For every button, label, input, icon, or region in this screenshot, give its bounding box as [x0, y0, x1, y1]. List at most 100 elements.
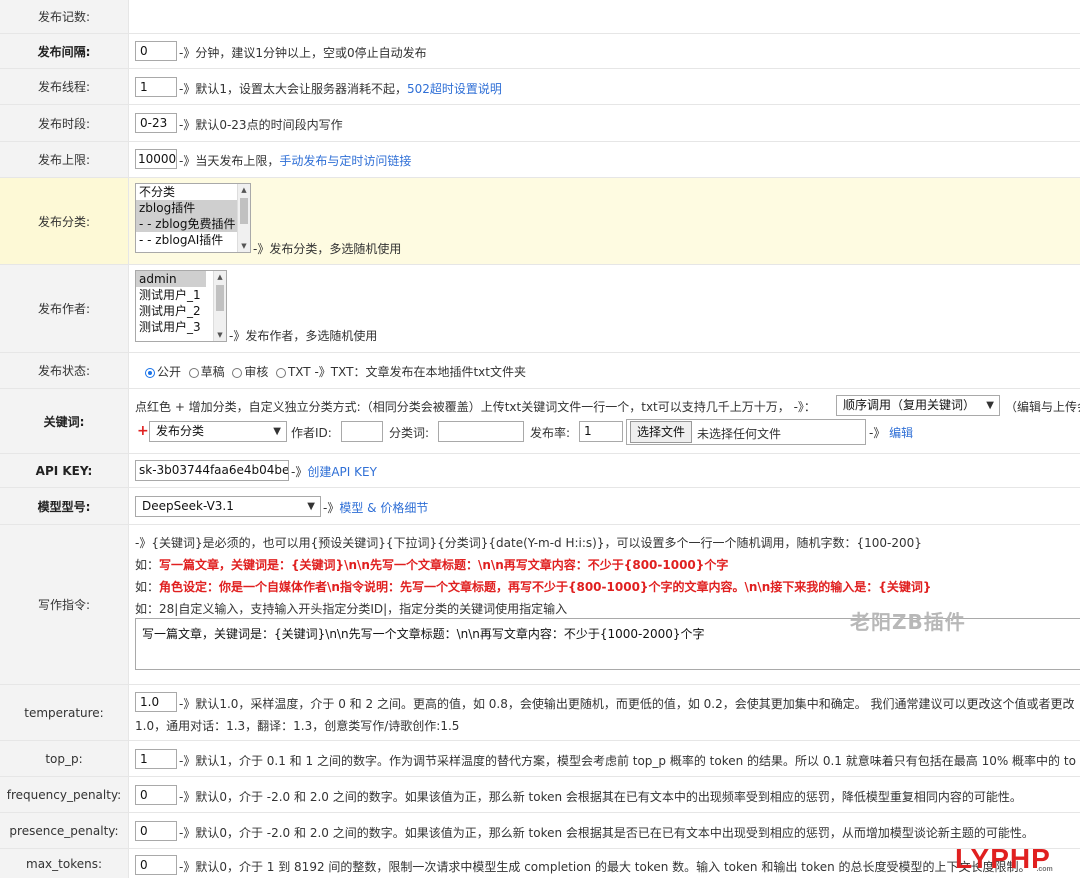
status-radio-draft[interactable]: 草稿 — [188, 365, 225, 379]
category-label: 发布分类: — [0, 178, 129, 264]
author-scrollbar[interactable]: ▲ ▼ — [213, 271, 226, 341]
keywords-edit-hint: （编辑与上传会 — [1005, 400, 1080, 414]
model-label: 模型型号: — [0, 488, 129, 524]
period-input[interactable]: 0-23 — [135, 113, 177, 133]
author-id-input[interactable] — [341, 421, 383, 442]
period-label: 发布时段: — [0, 105, 129, 141]
top-p-label: top_p: — [0, 741, 129, 776]
model-price-link[interactable]: 模型 & 价格细节 — [339, 501, 428, 515]
row-max-tokens: max_tokens: 0 -》默认0，介于 1 到 8192 间的整数，限制一… — [0, 849, 1080, 878]
row-interval: 发布间隔: 0 -》分钟，建议1分钟以上，空或0停止自动发布 — [0, 34, 1080, 69]
limit-desc: -》当天发布上限，手动发布与定时访问链接 — [179, 154, 412, 168]
keywords-label: 关键词: — [0, 389, 129, 453]
prompt-example-2: 如：角色设定：你是一个自媒体作者\n指令说明：先写一个文章标题，再写不少于{80… — [135, 580, 932, 594]
frequency-penalty-label: frequency_penalty: — [0, 777, 129, 812]
count-cell — [129, 0, 1080, 33]
scroll-up-icon[interactable]: ▲ — [238, 184, 250, 196]
top-p-input[interactable]: 1 — [135, 749, 177, 769]
category-option[interactable]: - - zblogAI插件 — [136, 232, 250, 248]
status-radio-txt[interactable]: TXT — [275, 365, 311, 379]
radio-icon — [275, 368, 286, 378]
chevron-down-icon: ▼ — [307, 501, 315, 512]
period-desc: -》默认0-23点的时间段内写作 — [179, 118, 343, 132]
prompt-hint: -》{关键词}是必须的，也可以用{预设关键词}{下拉词}{分类词}{date(Y… — [135, 536, 922, 550]
max-tokens-input[interactable]: 0 — [135, 855, 177, 875]
file-chooser[interactable]: 选择文件 未选择任何文件 — [626, 419, 866, 445]
row-api-key: API KEY: sk-3b03744faa6e4b04beda -》创建API… — [0, 454, 1080, 488]
status-label: 发布状态: — [0, 353, 129, 388]
api-key-label: API KEY: — [0, 454, 129, 487]
row-keywords: 关键词: 点红色 + 增加分类，自定义独立分类方式:（相同分类会被覆盖）上传tx… — [0, 389, 1080, 454]
row-threads: 发布线程: 1 -》默认1，设置太大会让服务器消耗不起，502超时设置说明 — [0, 69, 1080, 105]
rate-input[interactable]: 1 — [579, 421, 623, 442]
cat-word-input[interactable] — [438, 421, 524, 442]
timeout-help-link[interactable]: 502超时设置说明 — [407, 82, 502, 96]
edit-keywords-link[interactable]: 编辑 — [889, 426, 913, 440]
prompt-example-3: 如：28|自定义输入，支持输入开头指定分类ID|，指定分类的关键词使用指定输入 — [135, 602, 568, 616]
add-category-plus-icon[interactable]: + — [137, 423, 149, 439]
author-option[interactable]: admin — [136, 271, 206, 287]
threads-desc: -》默认1，设置太大会让服务器消耗不起，502超时设置说明 — [179, 82, 502, 96]
threads-input[interactable]: 1 — [135, 77, 177, 97]
radio-checked-icon — [145, 368, 155, 378]
status-radio-public[interactable]: 公开 — [145, 365, 181, 379]
cat-word-label: 分类词: — [389, 426, 430, 440]
max-tokens-desc: -》默认0，介于 1 到 8192 间的整数，限制一次请求中模型生成 compl… — [179, 860, 1031, 874]
temperature-desc-2: 1.0，通用对话：1.3，翻译：1.3，创意类写作/诗歌创作:1.5 — [135, 719, 460, 733]
category-option[interactable]: zblog插件 — [136, 200, 250, 216]
row-count: 发布记数: — [0, 0, 1080, 34]
max-tokens-label: max_tokens: — [0, 849, 129, 878]
choose-file-button[interactable]: 选择文件 — [630, 421, 693, 443]
presence-penalty-input[interactable]: 0 — [135, 821, 177, 841]
create-api-key-link[interactable]: 创建API KEY — [307, 465, 377, 479]
model-select[interactable]: DeepSeek-V3.1 ▼ — [135, 496, 321, 517]
author-desc: -》发布作者，多选随机使用 — [229, 329, 378, 343]
status-desc: -》TXT：文章发布在本地插件txt文件夹 — [314, 365, 526, 379]
scroll-down-icon[interactable]: ▼ — [238, 240, 250, 252]
prompt-label: 写作指令: — [0, 525, 129, 684]
category-option[interactable]: 不分类 — [136, 184, 250, 200]
temperature-label: temperature: — [0, 685, 129, 740]
chevron-down-icon: ▼ — [273, 426, 281, 437]
keywords-desc: 点红色 + 增加分类，自定义独立分类方式:（相同分类会被覆盖）上传txt关键词文… — [135, 400, 816, 414]
category-scrollbar[interactable]: ▲ ▼ — [237, 184, 250, 252]
row-limit: 发布上限: 10000 -》当天发布上限，手动发布与定时访问链接 — [0, 142, 1080, 178]
top-p-desc: -》默认1，介于 0.1 和 1 之间的数字。作为调节采样温度的替代方案，模型会… — [179, 754, 1076, 768]
presence-penalty-label: presence_penalty: — [0, 813, 129, 848]
row-presence-penalty: presence_penalty: 0 -》默认0，介于 -2.0 和 2.0 … — [0, 813, 1080, 849]
limit-label: 发布上限: — [0, 142, 129, 177]
prompt-example-1: 如：写一篇文章，关键词是：{关键词}\n\n先写一个文章标题：\n\n再写文章内… — [135, 558, 729, 572]
author-id-label: 作者ID: — [291, 426, 332, 440]
category-desc: -》发布分类，多选随机使用 — [253, 242, 402, 256]
category-option[interactable]: - - zblog免费插件 — [136, 216, 250, 232]
interval-desc: -》分钟，建议1分钟以上，空或0停止自动发布 — [179, 46, 427, 60]
row-frequency-penalty: frequency_penalty: 0 -》默认0，介于 -2.0 和 2.0… — [0, 777, 1080, 813]
watermark: 老阳ZB插件 — [850, 610, 966, 634]
limit-input[interactable]: 10000 — [135, 149, 177, 169]
category-listbox[interactable]: 不分类 zblog插件 - - zblog免费插件 - - zblogAI插件 … — [135, 183, 251, 253]
row-model: 模型型号: DeepSeek-V3.1 ▼ -》模型 & 价格细节 — [0, 488, 1080, 525]
frequency-penalty-input[interactable]: 0 — [135, 785, 177, 805]
api-key-extra: -》创建API KEY — [291, 465, 377, 479]
status-radio-review[interactable]: 审核 — [232, 365, 268, 379]
file-status: 未选择任何文件 — [697, 427, 782, 441]
author-listbox[interactable]: admin 测试用户_1 测试用户_2 测试用户_3 ▲ ▼ — [135, 270, 227, 342]
radio-icon — [232, 368, 243, 378]
temperature-desc: -》默认1.0，采样温度，介于 0 和 2 之间。更高的值，如 0.8，会使输出… — [179, 697, 1075, 711]
temperature-input[interactable]: 1.0 — [135, 692, 177, 712]
row-temperature: temperature: 1.0 -》默认1.0，采样温度，介于 0 和 2 之… — [0, 685, 1080, 741]
presence-penalty-desc: -》默认0，介于 -2.0 和 2.0 之间的数字。如果该值为正，那么新 tok… — [179, 826, 1034, 840]
api-key-input[interactable]: sk-3b03744faa6e4b04beda — [135, 460, 289, 481]
status-radios: 公开 草稿 审核 TXT -》TXT：文章发布在本地插件txt文件夹 — [145, 363, 526, 380]
site-logo: LYPHP .com — [955, 843, 1053, 874]
manual-publish-link[interactable]: 手动发布与定时访问链接 — [279, 154, 411, 168]
interval-input[interactable]: 0 — [135, 41, 177, 61]
scroll-down-icon[interactable]: ▼ — [214, 329, 226, 341]
row-period: 发布时段: 0-23 -》默认0-23点的时间段内写作 — [0, 105, 1080, 142]
publish-category-select[interactable]: 发布分类 ▼ — [149, 421, 287, 442]
scroll-up-icon[interactable]: ▲ — [214, 271, 226, 283]
keyword-mode-select[interactable]: 顺序调用（复用关键词） ▼ — [836, 395, 1000, 416]
author-label: 发布作者: — [0, 265, 129, 352]
row-top-p: top_p: 1 -》默认1，介于 0.1 和 1 之间的数字。作为调节采样温度… — [0, 741, 1080, 777]
row-author: 发布作者: admin 测试用户_1 测试用户_2 测试用户_3 ▲ ▼ -》发布… — [0, 265, 1080, 353]
